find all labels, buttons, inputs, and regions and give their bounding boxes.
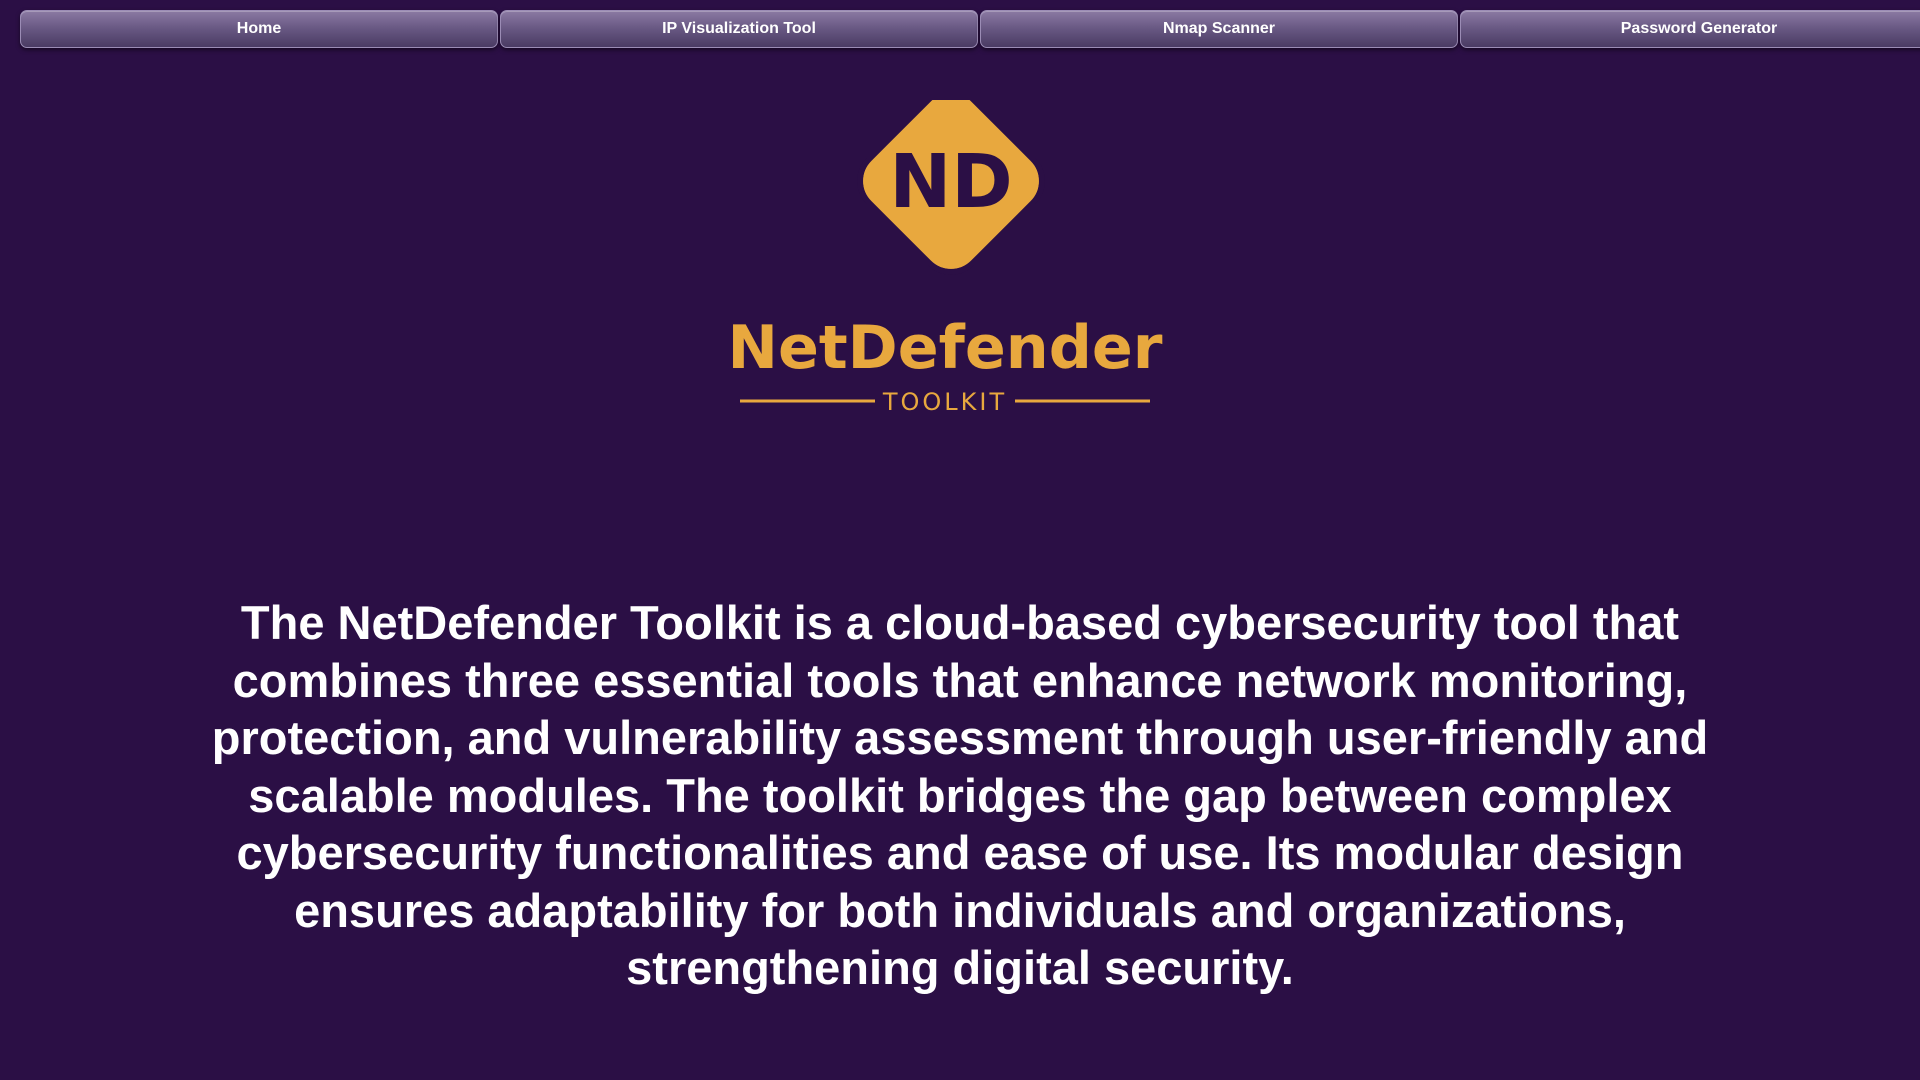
logo-tagline: TOOLKIT [882,388,1007,416]
logo-graphic: ND NetDefender TOOLKIT [728,87,1163,416]
logo-monogram: ND [889,139,1012,225]
nav-password-generator-button[interactable]: Password Generator [1460,10,1920,48]
toolkit-description: The NetDefender Toolkit is a cloud-based… [211,596,1709,994]
top-navigation: Home IP Visualization Tool Nmap Scanner … [0,0,1920,58]
logo-name: NetDefender [728,313,1163,383]
nav-nmap-scanner-button[interactable]: Nmap Scanner [980,10,1458,48]
netdefender-logo: ND NetDefender TOOLKIT [710,87,1190,430]
nav-home-button[interactable]: Home [20,10,498,48]
nav-ip-visualization-button[interactable]: IP Visualization Tool [500,10,978,48]
